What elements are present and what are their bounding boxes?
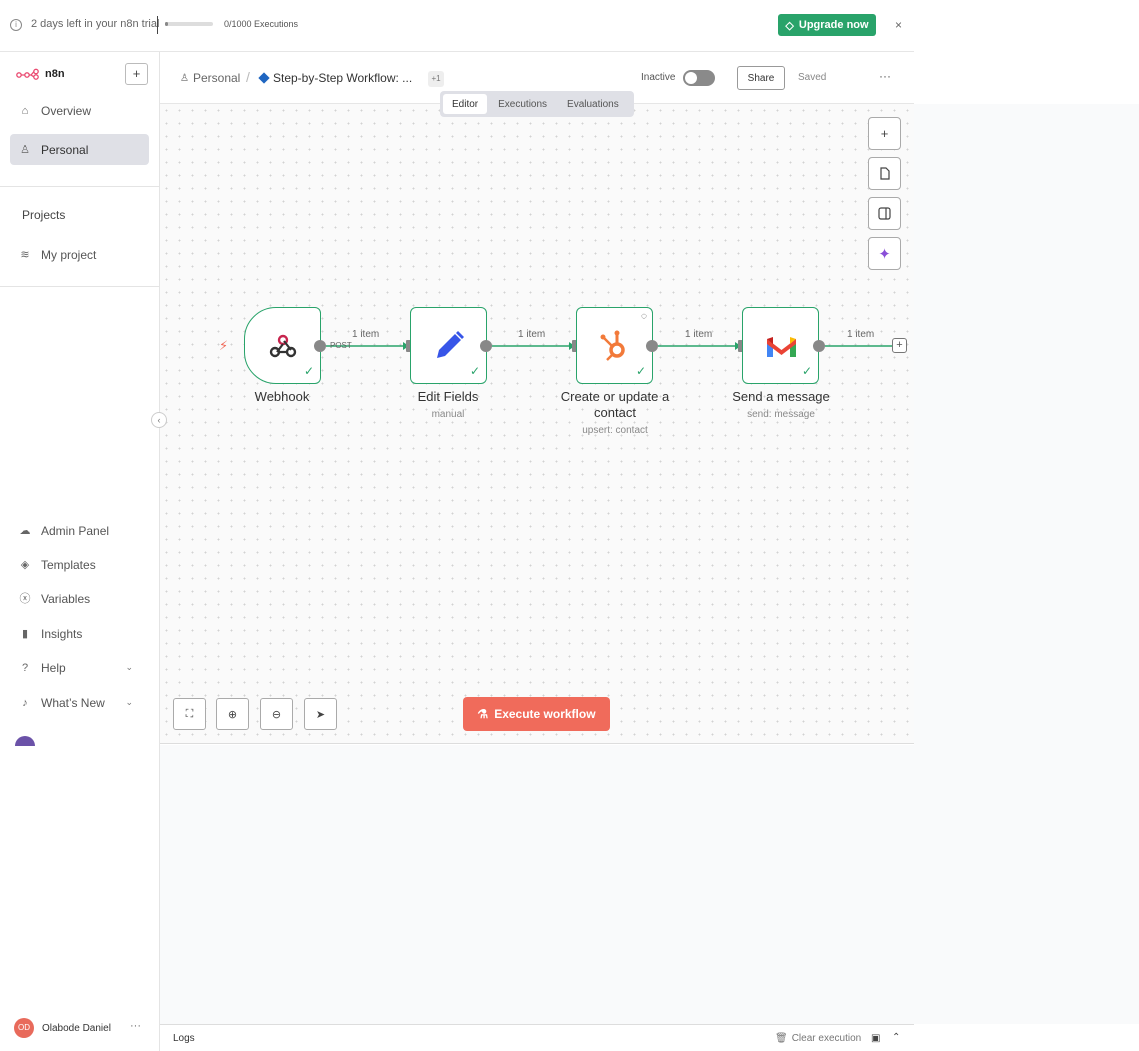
execute-workflow-button[interactable]: ⚗ Execute workflow [463, 697, 610, 731]
clear-execution-button[interactable]: 🗑 Clear execution [775, 1033, 861, 1044]
success-check-icon: ✓ [635, 364, 646, 378]
success-check-icon: ✓ [303, 364, 314, 378]
edge-item-count: 1 item [847, 329, 875, 340]
node-edit-fields[interactable]: ✓ [410, 307, 487, 384]
output-port[interactable] [480, 340, 492, 352]
broom-icon: ➤ [315, 708, 326, 721]
node-title: Edit Fields [417, 389, 479, 404]
chevron-up-icon[interactable]: ⌃ [892, 1032, 900, 1043]
edge-item-count: 1 item [685, 329, 713, 340]
fit-view-button[interactable]: ⛶ [173, 698, 206, 730]
add-next-node-button[interactable]: + [892, 338, 907, 353]
node-hubspot[interactable]: ◌ ✓ [576, 307, 653, 384]
clear-execution-label: Clear execution [791, 1033, 862, 1044]
success-check-icon: ✓ [801, 364, 812, 378]
user-menu[interactable]: OD Olabode Daniel [14, 1018, 111, 1038]
flask-icon: ⚗ [477, 707, 489, 721]
node-webhook[interactable]: ✓ [244, 307, 321, 384]
panel-area [160, 745, 1139, 1024]
logs-bar[interactable]: Logs 🗑 Clear execution ▣ ⌃ [160, 1024, 914, 1051]
node-title: Webhook [254, 389, 310, 404]
user-name: Olabode Daniel [42, 1022, 111, 1034]
node-title: Create or update a contact [560, 389, 670, 420]
node-title: Send a message [732, 389, 830, 404]
zoom-out-button[interactable]: ⊖ [260, 698, 293, 730]
more-icon[interactable]: ··· [130, 1020, 141, 1032]
loading-spinner-icon: ◌ [641, 311, 647, 322]
output-port[interactable] [646, 340, 658, 352]
zoom-in-icon: ⊕ [227, 708, 238, 721]
fullscreen-icon: ⛶ [185, 707, 194, 720]
popout-icon[interactable]: ▣ [871, 1033, 880, 1044]
node-subtitle: send: message [747, 409, 815, 420]
node-gmail[interactable]: ✓ [742, 307, 819, 384]
execute-label: Execute workflow [494, 707, 596, 721]
edge-item-count: 1 item [518, 329, 546, 340]
trigger-method-label: POST [330, 341, 352, 350]
trigger-bolt-icon: ⚡ [219, 338, 229, 353]
tidy-up-button[interactable]: ➤ [304, 698, 337, 730]
trash-icon: 🗑 [775, 1033, 788, 1044]
success-check-icon: ✓ [469, 364, 480, 378]
avatar: OD [14, 1018, 34, 1038]
logs-label: Logs [173, 1033, 195, 1044]
webhook-icon [269, 334, 297, 358]
zoom-out-icon: ⊖ [271, 708, 282, 721]
node-subtitle: manual [431, 409, 465, 420]
pencil-icon [437, 331, 464, 358]
output-port[interactable] [314, 340, 326, 352]
node-subtitle: upsert: contact [582, 425, 648, 436]
output-port[interactable] [813, 340, 825, 352]
hubspot-icon [600, 330, 625, 361]
zoom-in-button[interactable]: ⊕ [216, 698, 249, 730]
gmail-icon [767, 337, 796, 357]
edge-item-count: 1 item [352, 329, 380, 340]
